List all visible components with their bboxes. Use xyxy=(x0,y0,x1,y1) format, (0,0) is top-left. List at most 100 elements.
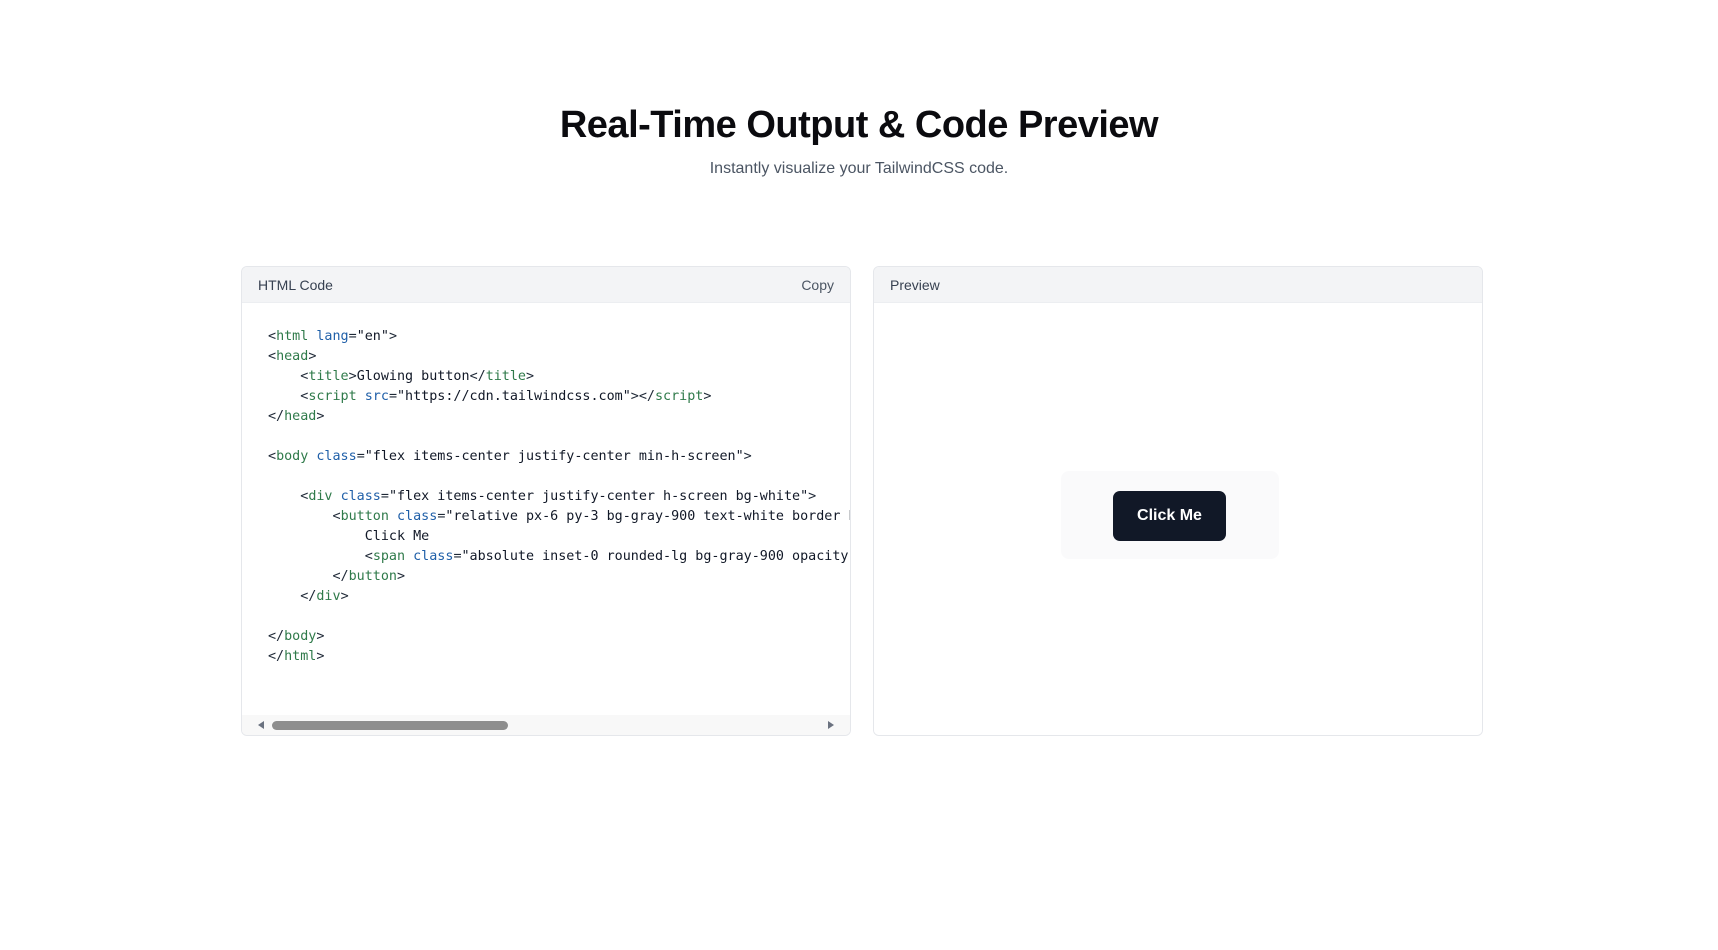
page-subtitle: Instantly visualize your TailwindCSS cod… xyxy=(709,160,1009,177)
code-token: < xyxy=(332,509,341,524)
code-token: > xyxy=(743,449,752,464)
code-token: </ xyxy=(268,649,285,664)
code-token: div xyxy=(308,489,333,504)
code-token: "en" xyxy=(356,329,389,344)
code-panel-header: HTML Code Copy xyxy=(242,267,850,303)
code-token: > xyxy=(397,569,406,584)
code-viewer[interactable]: <html lang="en"> <head> <title>Glowing bu… xyxy=(242,303,850,715)
code-token: </ xyxy=(300,589,317,604)
code-token: Glowing button xyxy=(356,369,470,384)
code-token: > xyxy=(316,629,325,644)
code-token: button xyxy=(348,569,397,584)
code-token: > xyxy=(703,389,712,404)
code-token: < xyxy=(268,449,277,464)
code-line: </html> xyxy=(268,647,850,667)
code-token: > xyxy=(526,369,535,384)
code-token: > xyxy=(316,409,325,424)
horizontal-scrollbar[interactable] xyxy=(242,715,850,735)
code-token: body xyxy=(284,629,317,644)
code-token: = xyxy=(356,449,365,464)
preview-panel-header: Preview xyxy=(874,267,1482,303)
code-token: > xyxy=(340,589,349,604)
code-token: title xyxy=(308,369,349,384)
code-token: </ xyxy=(332,569,349,584)
scroll-left-icon[interactable] xyxy=(258,721,264,729)
code-token: "flex items-center justify-center h-scre… xyxy=(388,489,809,504)
code-token: = xyxy=(388,389,397,404)
code-line: <head> xyxy=(268,347,850,367)
code-token: head xyxy=(284,409,317,424)
code-line: <html lang="en"> xyxy=(268,327,850,347)
page-title: Real-Time Output & Code Preview xyxy=(559,104,1159,146)
code-block: <html lang="en"> <head> <title>Glowing bu… xyxy=(268,327,850,667)
code-token: class xyxy=(340,489,381,504)
code-line: <script src="https://cdn.tailwindcss.com… xyxy=(268,387,850,407)
code-token: html xyxy=(284,649,317,664)
preview-click-me-button[interactable]: Click Me xyxy=(1113,491,1226,541)
copy-button[interactable]: Copy xyxy=(801,277,834,293)
code-token: "https://cdn.tailwindcss.com" xyxy=(397,389,631,404)
code-token: </ xyxy=(469,369,486,384)
code-token: < xyxy=(364,549,373,564)
code-token: Click Me xyxy=(268,529,430,544)
code-line: </head> xyxy=(268,407,850,427)
code-token: "relative px-6 py-3 bg-gray-900 text-whi… xyxy=(445,509,850,524)
code-token: body xyxy=(276,449,309,464)
code-token: > xyxy=(388,329,397,344)
code-token: lang xyxy=(316,329,349,344)
code-token: = xyxy=(380,489,389,504)
code-token: button xyxy=(340,509,389,524)
code-token: script xyxy=(308,389,357,404)
preview-panel: Preview Click Me xyxy=(873,266,1483,736)
code-panel: HTML Code Copy <html lang="en"> <head> <t… xyxy=(241,266,851,736)
code-token: < xyxy=(268,349,277,364)
code-line: </div> xyxy=(268,587,850,607)
code-token: src xyxy=(364,389,389,404)
code-token: ></ xyxy=(630,389,655,404)
code-token: html xyxy=(276,329,309,344)
code-token: div xyxy=(316,589,341,604)
code-token: </ xyxy=(268,629,285,644)
scroll-right-icon[interactable] xyxy=(828,721,834,729)
code-line: <button class="relative px-6 py-3 bg-gra… xyxy=(268,507,851,527)
code-token: script xyxy=(654,389,704,404)
code-line: </body> xyxy=(268,627,850,647)
code-line: </button> xyxy=(268,567,850,587)
code-line: <title>Glowing button</title> xyxy=(268,367,850,387)
code-token: class xyxy=(397,509,438,524)
code-token: span xyxy=(372,549,406,564)
scrollbar-thumb[interactable] xyxy=(272,721,508,730)
code-token: < xyxy=(268,329,277,344)
code-token: "flex items-center justify-center min-h-… xyxy=(364,449,744,464)
code-line: <div class="flex items-center justify-ce… xyxy=(268,487,850,507)
code-token: title xyxy=(485,369,526,384)
code-token: > xyxy=(316,649,325,664)
code-token: "absolute inset-0 rounded-lg bg-gray-900… xyxy=(461,549,851,564)
code-token: class xyxy=(413,549,454,564)
code-line: Click Me xyxy=(268,527,850,547)
preview-canvas: Click Me xyxy=(874,303,1482,735)
code-token: class xyxy=(316,449,357,464)
code-token: > xyxy=(348,369,357,384)
code-line: <span class="absolute inset-0 rounded-lg… xyxy=(268,547,850,567)
code-token: = xyxy=(453,549,462,564)
code-token: = xyxy=(348,329,357,344)
code-line: <body class="flex items-center justify-c… xyxy=(268,447,850,467)
code-token: > xyxy=(308,349,317,364)
code-token: </ xyxy=(268,409,285,424)
code-token: > xyxy=(808,489,817,504)
